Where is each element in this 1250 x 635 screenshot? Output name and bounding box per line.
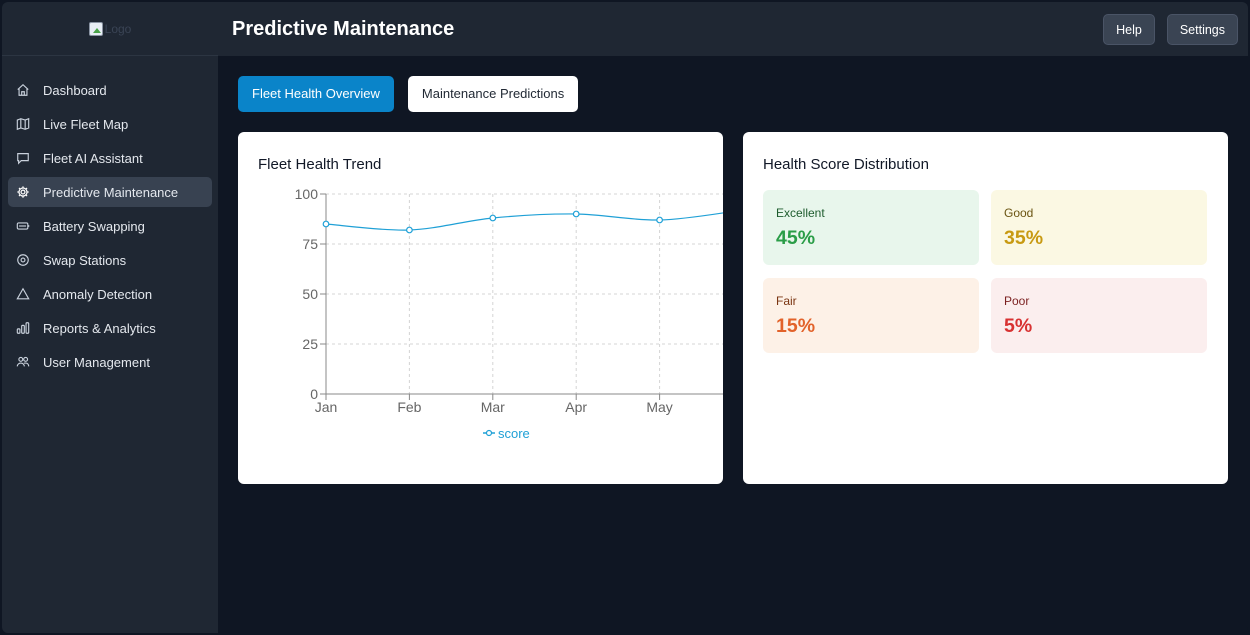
content: Fleet Health Overview Maintenance Predic… (218, 56, 1248, 484)
data-point (405, 226, 413, 234)
x-tick-label: Mar (481, 399, 505, 415)
sidebar-item-label: Swap Stations (43, 252, 127, 268)
distribution-label: Fair (776, 294, 797, 308)
distribution-value: 35% (1004, 227, 1044, 249)
data-point (572, 210, 580, 218)
sidebar-item-live-fleet-map[interactable]: Live Fleet Map (8, 109, 212, 139)
distribution-value: 45% (776, 227, 816, 249)
main-area: Predictive Maintenance Help Settings Fle… (218, 2, 1248, 633)
location-pin-icon (16, 253, 30, 267)
sidebar-nav: Dashboard Live Fleet Map Fleet AI Assist… (2, 56, 218, 377)
data-point (656, 216, 664, 224)
distribution-label: Excellent (776, 206, 825, 220)
sidebar-item-reports-analytics[interactable]: Reports & Analytics (8, 313, 212, 343)
logo-area: Logo (2, 2, 218, 56)
sidebar-item-dashboard[interactable]: Dashboard (8, 75, 212, 105)
y-tick-label: 50 (302, 286, 318, 302)
legend-label: score (498, 426, 530, 441)
settings-button[interactable]: Settings (1166, 13, 1238, 45)
warning-icon (16, 287, 30, 301)
y-tick-label: 75 (302, 236, 318, 252)
distribution-excellent: Excellent 45% (763, 190, 979, 265)
users-icon (16, 355, 30, 369)
sidebar-item-label: User Management (43, 354, 150, 370)
x-tick-label: Apr (565, 399, 587, 415)
chat-icon (16, 151, 30, 165)
logo-alt-text: Logo (104, 21, 132, 36)
x-tick-label: May (646, 399, 672, 415)
fleet-health-trend-card: Fleet Health Trend 0 25 50 75 100 Jan Feb Mar Ap… (238, 132, 723, 484)
sidebar-item-swap-stations[interactable]: Swap Stations (8, 245, 212, 275)
help-button[interactable]: Help (1103, 13, 1155, 45)
y-tick-label: 25 (302, 336, 318, 352)
distribution-good: Good 35% (991, 190, 1207, 265)
data-point (322, 220, 330, 228)
distribution-label: Good (1004, 206, 1034, 220)
sidebar-item-label: Anomaly Detection (43, 286, 153, 302)
tab-bar: Fleet Health Overview Maintenance Predic… (238, 76, 1228, 112)
topbar: Predictive Maintenance Help Settings (218, 2, 1248, 56)
x-tick-label: Jan (315, 399, 338, 415)
map-icon (16, 117, 30, 131)
cards-row: Fleet Health Trend 0 25 50 75 100 Jan Feb Mar Ap… (238, 132, 1228, 484)
sidebar-item-predictive-maintenance[interactable]: Predictive Maintenance (8, 177, 212, 207)
sidebar-item-label: Live Fleet Map (43, 116, 129, 132)
sidebar-item-anomaly-detection[interactable]: Anomaly Detection (8, 279, 212, 309)
page-title: Predictive Maintenance (232, 17, 455, 40)
sidebar-item-fleet-ai-assistant[interactable]: Fleet AI Assistant (8, 143, 212, 173)
card-title: Health Score Distribution (763, 156, 929, 173)
sidebar-item-label: Predictive Maintenance (43, 184, 179, 200)
series-line-score (325, 212, 723, 231)
legend-marker-icon (485, 429, 493, 437)
sidebar-item-label: Reports & Analytics (43, 320, 156, 336)
tab-fleet-health-overview[interactable]: Fleet Health Overview (238, 76, 394, 112)
sidebar-item-user-management[interactable]: User Management (8, 347, 212, 377)
top-actions: Help Settings (1103, 13, 1238, 45)
fleet-health-trend-chart: 0255075100JanFebMarAprMayJunscore (295, 186, 723, 441)
battery-icon (16, 219, 30, 233)
sidebar-item-label: Dashboard (43, 82, 107, 98)
x-tick-label: Feb (397, 399, 421, 415)
data-point (489, 214, 497, 222)
broken-image-icon (88, 21, 103, 36)
app-window: Logo Dashboard Live Fleet Map Fleet AI A… (2, 2, 1248, 633)
sidebar-item-label: Fleet AI Assistant (43, 150, 143, 166)
distribution-grid: Excellent 45% Good 35% Fair 15% Poor 5% (763, 190, 1207, 353)
distribution-fair: Fair 15% (763, 278, 979, 353)
distribution-value: 5% (1004, 315, 1033, 337)
bar-chart-icon (16, 321, 30, 335)
logo[interactable]: Logo (88, 21, 132, 36)
distribution-poor: Poor 5% (991, 278, 1207, 353)
sidebar-item-battery-swapping[interactable]: Battery Swapping (8, 211, 212, 241)
tab-maintenance-predictions[interactable]: Maintenance Predictions (407, 76, 579, 112)
home-icon (16, 83, 30, 97)
gear-icon (16, 185, 30, 199)
distribution-value: 15% (776, 315, 816, 337)
health-score-distribution-card: Health Score Distribution Excellent 45% … (743, 132, 1228, 484)
distribution-label: Poor (1004, 294, 1030, 308)
sidebar: Logo Dashboard Live Fleet Map Fleet AI A… (2, 2, 218, 633)
sidebar-item-label: Battery Swapping (43, 218, 145, 234)
y-tick-label: 100 (295, 186, 319, 202)
